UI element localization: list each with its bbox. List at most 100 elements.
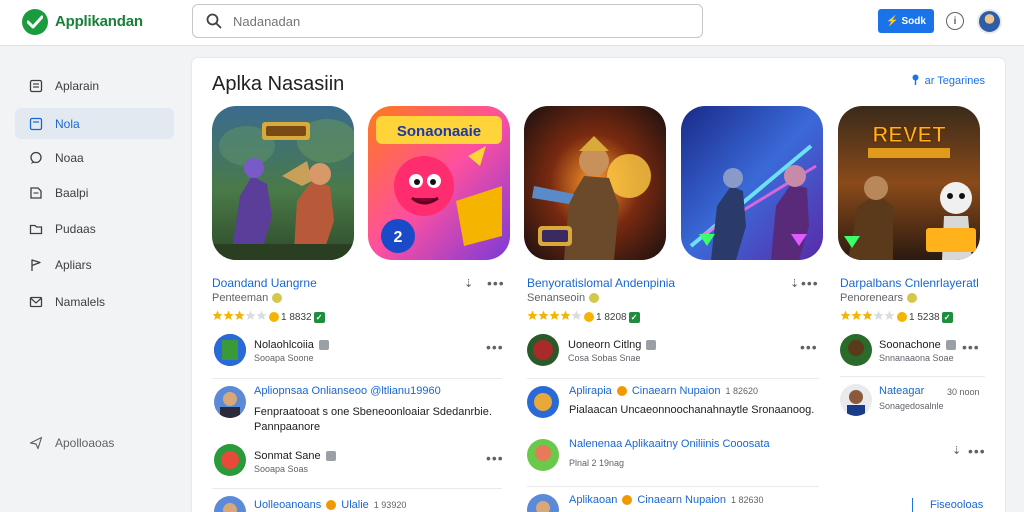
game-tile-2[interactable]: Sonaonaaie 2 bbox=[368, 106, 510, 260]
more-options-icon[interactable]: ••• bbox=[800, 339, 818, 355]
more-options-icon[interactable]: ••• bbox=[962, 339, 980, 355]
feed-date: 1 82630 bbox=[731, 495, 764, 505]
badge-icon bbox=[616, 386, 627, 396]
star-empty-icon bbox=[256, 310, 267, 320]
section-title: Aplka Nasasiin bbox=[212, 73, 345, 95]
feed-body: Pialaacan Uncaeonnoochanahnaytle Sronaan… bbox=[569, 404, 815, 416]
search-box[interactable] bbox=[192, 4, 703, 38]
game-developer-2: Senanseoin bbox=[527, 292, 600, 304]
divider bbox=[912, 498, 913, 512]
search-input[interactable] bbox=[233, 11, 673, 31]
feed-title[interactable]: Uolleoanoans Ulalie 1 93920 bbox=[254, 499, 406, 511]
game-title-1[interactable]: Doandand Uangrne bbox=[212, 276, 317, 290]
feed-title-text: Soonachone bbox=[879, 339, 941, 351]
game-developer-3: Penorenears bbox=[840, 292, 917, 304]
game-title-2[interactable]: Benyoratislomal Andenpinia bbox=[527, 276, 675, 290]
top-bar: Applikandan ⚡ Sodk i bbox=[0, 0, 1024, 46]
tile-5-logo-text: REVET bbox=[872, 122, 946, 147]
verified-badge-icon bbox=[589, 293, 600, 303]
more-options-icon[interactable]: ••• bbox=[968, 443, 986, 459]
feed-title[interactable]: Uoneorn Citlng bbox=[568, 339, 657, 351]
star-rating bbox=[527, 310, 582, 324]
search-icon bbox=[206, 13, 222, 34]
feed-title[interactable]: Soonachone bbox=[879, 339, 956, 351]
game-tile-1[interactable] bbox=[212, 106, 354, 260]
avatar[interactable] bbox=[214, 496, 246, 512]
sidebar-item-aplarain[interactable]: Aplarain bbox=[15, 70, 174, 101]
game-tile-4[interactable] bbox=[681, 106, 823, 260]
avatar[interactable] bbox=[527, 439, 559, 471]
sidebar-item-noaa[interactable]: Noaa bbox=[15, 142, 174, 173]
app-title[interactable]: Applikandan bbox=[55, 13, 143, 30]
coin-icon bbox=[897, 312, 907, 322]
download-icon[interactable]: ⇣ bbox=[790, 277, 799, 290]
flag-icon bbox=[29, 258, 43, 272]
feed-title[interactable]: Aplirapia Cinaearn Nupaion 1 82620 bbox=[569, 385, 758, 397]
sidebar-item-label: Aplarain bbox=[55, 78, 100, 93]
feed-title-text: Sonmat Sane bbox=[254, 450, 321, 462]
download-icon[interactable]: ⇣ bbox=[464, 277, 473, 290]
star-rating bbox=[212, 310, 267, 324]
feed-title[interactable]: Nolaohlcoiia bbox=[254, 339, 329, 351]
primary-action-button[interactable]: ⚡ Sodk bbox=[878, 9, 934, 33]
badge-icon bbox=[945, 340, 956, 350]
developer-label: Penteeman bbox=[212, 292, 269, 304]
avatar[interactable] bbox=[527, 334, 559, 366]
coin-icon bbox=[269, 312, 279, 322]
game-tile-3[interactable] bbox=[524, 106, 666, 260]
feed-title[interactable]: Apliopnsaa Onlianseoo @ltlianu19960 bbox=[254, 385, 441, 397]
sidebar-item-pudaas[interactable]: Pudaas bbox=[15, 213, 174, 244]
sidebar-item-apliars[interactable]: Apliars bbox=[15, 249, 174, 280]
more-options-icon[interactable]: ••• bbox=[801, 275, 819, 291]
feed-title-text: Nolaohlcoiia bbox=[254, 339, 314, 351]
more-options-icon[interactable]: ••• bbox=[486, 339, 504, 355]
sidebar-item-label: Pudaas bbox=[55, 221, 96, 236]
svg-text:2: 2 bbox=[394, 229, 403, 246]
feed-title[interactable]: Nateagar bbox=[879, 385, 924, 397]
feed-title[interactable]: Nalenenaa Aplikaaitny Oniliinis Cooosata bbox=[569, 438, 770, 450]
sidebar: Aplarain Nola Noaa Baalpi Pudaas Apliars… bbox=[0, 46, 190, 512]
see-all-link[interactable]: ar Tegarines bbox=[911, 74, 985, 88]
feed-title-text: Nateagar bbox=[879, 385, 925, 397]
user-avatar[interactable] bbox=[977, 9, 1002, 34]
star-filled-icon bbox=[538, 310, 549, 320]
sidebar-item-baalpi[interactable]: Baalpi bbox=[15, 177, 174, 208]
verified-badge-icon bbox=[907, 293, 917, 303]
feed-date: 1 82620 bbox=[725, 386, 759, 396]
game-title-3[interactable]: Darpalbans Cnlenrlayeratl bbox=[840, 276, 979, 290]
sidebar-item-namalels[interactable]: Namalels bbox=[15, 286, 174, 317]
pin-icon bbox=[911, 74, 920, 88]
developer-label: Penorenears bbox=[840, 292, 903, 304]
sidebar-footer-item[interactable]: Apolloaoas bbox=[15, 436, 114, 450]
divider bbox=[527, 378, 819, 379]
feed-title[interactable]: Fiseooloas bbox=[930, 499, 983, 511]
pin-icon[interactable]: ⇣ bbox=[952, 444, 961, 457]
main-panel: Aplka Nasasiin ar Tegarines Sonaonaaie 2… bbox=[192, 58, 1005, 512]
star-filled-icon bbox=[527, 310, 538, 320]
chat-icon bbox=[29, 151, 43, 165]
sidebar-item-label: Apliars bbox=[55, 257, 92, 272]
avatar[interactable] bbox=[214, 386, 246, 418]
feed-title[interactable]: Sonmat Sane bbox=[254, 450, 336, 462]
game-tile-5[interactable]: REVET bbox=[838, 106, 980, 260]
divider bbox=[212, 378, 502, 379]
badge-icon bbox=[646, 340, 657, 350]
avatar[interactable] bbox=[840, 334, 872, 366]
avatar[interactable] bbox=[527, 494, 559, 512]
avatar[interactable] bbox=[214, 334, 246, 366]
avatar[interactable] bbox=[214, 444, 246, 476]
app-logo-icon[interactable] bbox=[22, 9, 48, 35]
home-icon bbox=[29, 79, 43, 93]
more-options-icon[interactable]: ••• bbox=[486, 450, 504, 466]
bolt-icon: ⚡ bbox=[886, 15, 899, 27]
more-options-icon[interactable]: ••• bbox=[487, 275, 505, 291]
avatar[interactable] bbox=[840, 384, 872, 416]
star-empty-icon bbox=[873, 310, 884, 320]
star-empty-icon bbox=[245, 310, 256, 320]
feed-title[interactable]: Aplikaoan Cinaearn Nupaion 1 82630 bbox=[569, 494, 764, 506]
avatar[interactable] bbox=[527, 386, 559, 418]
sidebar-item-nola[interactable]: Nola bbox=[15, 108, 174, 139]
send-icon bbox=[29, 436, 43, 450]
feed-subtitle: Sooapa Soas bbox=[254, 464, 309, 474]
info-icon[interactable]: i bbox=[946, 12, 964, 30]
